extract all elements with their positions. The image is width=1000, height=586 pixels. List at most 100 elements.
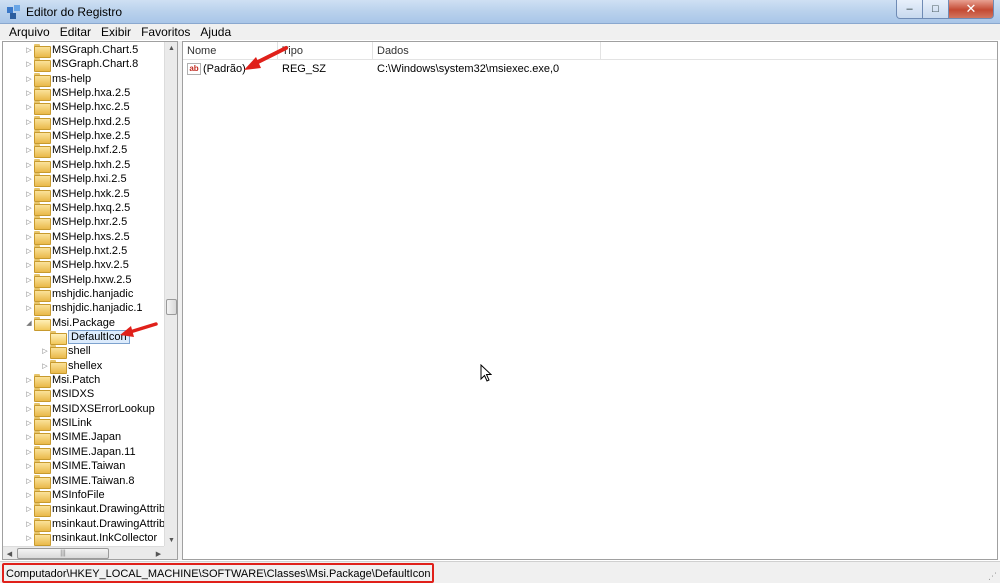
mouse-cursor-icon — [480, 364, 492, 382]
tree-item[interactable]: ▷ MSHelp.hxh.2.5 — [24, 158, 130, 173]
tree-item[interactable]: ▷ MSIDXSErrorLookup — [24, 402, 155, 417]
expand-arrow-icon[interactable]: ▷ — [24, 402, 34, 416]
expand-arrow-icon[interactable]: ▷ — [24, 502, 34, 516]
tree-item[interactable]: ▷ MSHelp.hxe.2.5 — [24, 129, 130, 145]
tree-item[interactable]: ▷ msinkaut.DrawingAttribut — [24, 502, 165, 518]
tree-item[interactable]: ▷ MSIME.Taiwan — [24, 459, 125, 475]
column-header-tipo[interactable]: Tipo — [278, 42, 373, 60]
expand-arrow-icon[interactable]: ▷ — [24, 172, 34, 186]
tree-item[interactable]: ▷ MSGraph.Chart.8 — [24, 57, 138, 73]
tree-item[interactable]: ▷ MSInfoFile — [24, 488, 105, 503]
column-header-nome[interactable]: Nome — [183, 42, 278, 60]
tree-item[interactable]: ▷ MSIME.Japan — [24, 430, 121, 446]
folder-icon — [34, 130, 51, 145]
expand-arrow-icon[interactable]: ▷ — [24, 301, 34, 315]
values-list[interactable]: Nome Tipo Dados ab (Padrão) REG_SZ C:\Win… — [182, 41, 998, 560]
expand-arrow-icon[interactable]: ▷ — [24, 201, 34, 215]
scroll-thumb[interactable] — [166, 299, 177, 315]
menu-arquivo[interactable]: Arquivo — [4, 24, 55, 40]
tree-item[interactable]: ▷ MSGraph.Chart.5 — [24, 43, 138, 58]
tree-item[interactable]: ▷ MSHelp.hxs.2.5 — [24, 230, 130, 245]
tree-item[interactable]: ▷ Msi.Patch — [24, 373, 100, 389]
hscroll-thumb[interactable]: ||| — [17, 548, 109, 559]
collapse-arrow-icon[interactable]: ◢ — [24, 316, 34, 330]
expand-arrow-icon[interactable]: ▷ — [24, 115, 34, 129]
tree-item[interactable]: ▷ shellex — [40, 359, 102, 374]
tree-item[interactable]: ▷ MSHelp.hxa.2.5 — [24, 86, 130, 102]
folder-icon — [34, 388, 51, 403]
tree-item[interactable]: ▷ MSHelp.hxq.2.5 — [24, 201, 130, 216]
expand-arrow-icon[interactable]: ▷ — [24, 158, 34, 172]
tree-item[interactable]: ▷ MSHelp.hxr.2.5 — [24, 215, 128, 231]
tree-item[interactable]: ▷ MSHelp.hxc.2.5 — [24, 100, 130, 116]
tree-item[interactable]: ▷ MSIME.Taiwan.8 — [24, 474, 135, 489]
expand-arrow-icon[interactable]: ▷ — [24, 517, 34, 531]
expand-arrow-icon[interactable]: ▷ — [24, 43, 34, 57]
expand-arrow-icon[interactable]: ▷ — [24, 273, 34, 287]
expand-arrow-icon[interactable]: ▷ — [24, 387, 34, 401]
expand-arrow-icon[interactable]: ▷ — [24, 416, 34, 430]
expand-arrow-icon[interactable]: ▷ — [24, 488, 34, 502]
expand-arrow-icon[interactable]: ▷ — [24, 57, 34, 71]
tree-item[interactable]: ◢ Msi.Package — [24, 316, 115, 331]
tree-item[interactable]: ▷ MSILink — [24, 416, 92, 432]
tree-item[interactable]: ▷ msinkaut.InkCollector — [24, 531, 157, 546]
resize-grip-icon[interactable]: ⋰ — [988, 571, 998, 581]
scroll-left-arrow-icon[interactable]: ◀ — [3, 547, 16, 559]
tree-item-label: MSHelp.hxi.2.5 — [52, 173, 127, 186]
folder-icon — [34, 72, 51, 87]
expand-arrow-icon[interactable]: ▷ — [24, 474, 34, 488]
value-row[interactable]: ab (Padrão) REG_SZ C:\Windows\system32\ms… — [183, 62, 997, 77]
registry-tree[interactable]: ▷ MSGraph.Chart.5 ▷ MSGraph.Chart.8 ▷ ms-help… — [2, 41, 178, 560]
maximize-button[interactable]: □ — [923, 0, 949, 19]
expand-arrow-icon[interactable]: ▷ — [24, 373, 34, 387]
tree-item[interactable]: ▷ MSHelp.hxf.2.5 — [24, 143, 127, 159]
expand-arrow-icon[interactable]: ▷ — [40, 344, 50, 358]
expand-arrow-icon[interactable]: ▷ — [24, 86, 34, 100]
expand-arrow-icon[interactable]: ▷ — [24, 129, 34, 143]
tree-item[interactable]: ▷ MSHelp.hxk.2.5 — [24, 187, 130, 202]
close-button[interactable]: ✕ — [949, 0, 994, 19]
expand-arrow-icon[interactable]: ▷ — [24, 244, 34, 258]
expand-arrow-icon[interactable]: ▷ — [24, 230, 34, 244]
menu-favoritos[interactable]: Favoritos — [136, 24, 195, 40]
tree-horizontal-scrollbar[interactable]: ◀ ||| ▶ — [3, 546, 165, 559]
tree-item-label: MSHelp.hxk.2.5 — [52, 187, 130, 200]
tree-item[interactable]: ▷ MSHelp.hxd.2.5 — [24, 115, 130, 130]
tree-item[interactable]: ▷ shell — [40, 344, 91, 360]
tree-item-label: MSHelp.hxc.2.5 — [52, 101, 130, 114]
expand-arrow-icon[interactable]: ▷ — [24, 100, 34, 114]
expand-arrow-icon[interactable]: ▷ — [24, 531, 34, 545]
expand-arrow-icon[interactable]: ▷ — [24, 258, 34, 272]
tree-item[interactable]: ▷ msinkaut.DrawingAttribut — [24, 517, 165, 532]
tree-item[interactable]: ▷ mshjdic.hanjadic.1 — [24, 301, 143, 317]
expand-arrow-icon[interactable]: ▷ — [24, 287, 34, 301]
tree-item[interactable]: ▷ MSHelp.hxi.2.5 — [24, 172, 127, 188]
tree-item[interactable]: ▷ MSHelp.hxt.2.5 — [24, 244, 127, 259]
expand-arrow-icon[interactable]: ▷ — [24, 72, 34, 86]
menu-exibir[interactable]: Exibir — [96, 24, 136, 40]
folder-icon — [34, 44, 51, 58]
expand-arrow-icon[interactable]: ▷ — [24, 459, 34, 473]
expand-arrow-icon[interactable]: ▷ — [24, 187, 34, 201]
menu-editar[interactable]: Editar — [55, 24, 96, 40]
expand-arrow-icon[interactable]: ▷ — [24, 143, 34, 157]
expand-arrow-icon[interactable]: ▷ — [24, 445, 34, 459]
expand-arrow-icon[interactable]: ▷ — [40, 359, 50, 373]
column-header-dados[interactable]: Dados — [373, 42, 601, 60]
menu-ajuda[interactable]: Ajuda — [195, 24, 236, 40]
tree-vertical-scrollbar[interactable]: ▲ ▼ — [164, 42, 177, 547]
tree-item[interactable]: ▷ MSIME.Japan.11 — [24, 445, 136, 460]
tree-item-label: MSILink — [52, 417, 92, 430]
scroll-up-arrow-icon[interactable]: ▲ — [165, 42, 177, 55]
tree-item[interactable]: ▷ ms-help — [24, 72, 91, 87]
tree-item[interactable]: ▷ MSIDXS — [24, 387, 94, 403]
minimize-button[interactable]: – — [896, 0, 923, 19]
tree-item[interactable]: ▷ MSHelp.hxw.2.5 — [24, 273, 131, 288]
expand-arrow-icon[interactable]: ▷ — [24, 215, 34, 229]
tree-item[interactable]: ▷ mshjdic.hanjadic — [24, 287, 133, 302]
tree-item[interactable]: DefaultIcon — [40, 330, 130, 345]
tree-item[interactable]: ▷ MSHelp.hxv.2.5 — [24, 258, 129, 274]
tree-item-label: MSHelp.hxr.2.5 — [52, 216, 128, 229]
expand-arrow-icon[interactable]: ▷ — [24, 430, 34, 444]
